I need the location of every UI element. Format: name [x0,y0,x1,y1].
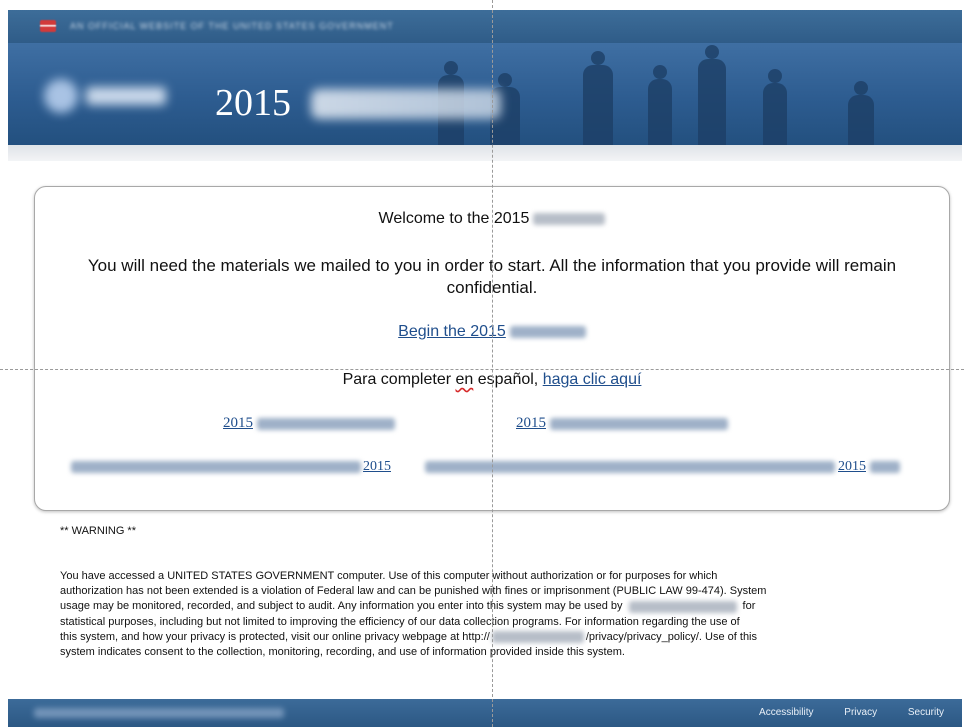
site-footer: Accessibility Privacy Security [8,699,962,727]
gov-banner-text-redacted: AN OFFICIAL WEBSITE OF THE UNITED STATES… [70,21,394,31]
warning-heading: ** WARNING ** [60,525,136,537]
lang-link-chinese-traditional[interactable]: 2015 [516,415,728,432]
lang-link-chinese-simplified[interactable]: 2015 [223,415,395,432]
lang-link-russian[interactable]: 2015 [425,459,900,475]
footer-omb-text-redacted [34,708,284,718]
page-title: 2015 [215,82,291,124]
lang-link-vietnamese[interactable]: 2015 [71,459,391,475]
horizontal-guide-line [0,369,964,370]
footer-links: Accessibility Privacy Security [731,707,944,718]
vertical-guide-line [492,0,493,727]
header-divider [8,145,962,161]
warning-text: You have accessed a UNITED STATES GOVERN… [60,570,767,659]
redacted-text [533,212,606,225]
title-redacted [311,89,501,119]
logo-redacted [40,73,172,121]
site-header: 2015 [8,43,962,145]
footer-privacy-link[interactable]: Privacy [844,707,877,718]
footer-security-link[interactable]: Security [908,707,944,718]
gov-banner: AN OFFICIAL WEBSITE OF THE UNITED STATES… [8,10,962,43]
spanish-link[interactable]: haga clic aquí [543,371,642,388]
footer-accessibility-link[interactable]: Accessibility [759,707,813,718]
flag-icon [40,20,56,32]
